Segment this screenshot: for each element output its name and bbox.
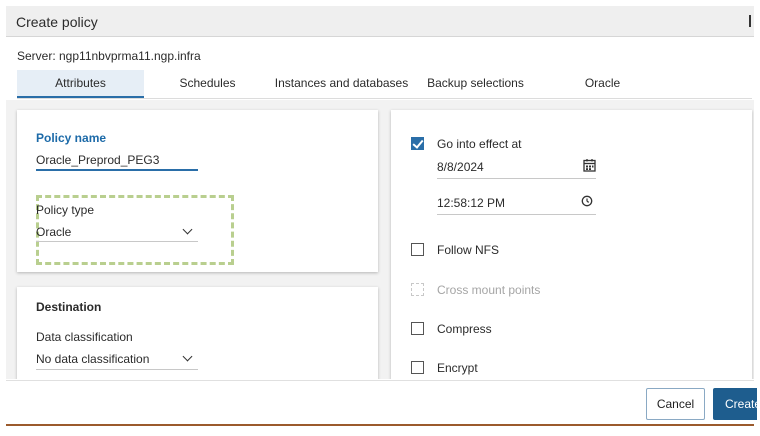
data-classification-select[interactable]: No data classification <box>36 352 149 366</box>
cross-mount-points-checkbox[interactable] <box>411 283 424 296</box>
dialog-content: Policy name Oracle_Preprod_PEG3 Policy t… <box>6 100 754 379</box>
date-input[interactable]: 8/8/2024 <box>437 160 484 174</box>
tab-attributes[interactable]: Attributes <box>17 70 144 98</box>
compress-label: Compress <box>437 322 492 336</box>
dialog-title-bar: Create policy <box>6 6 754 37</box>
policy-type-underline <box>36 241 198 242</box>
data-classification-underline <box>36 369 198 370</box>
dialog-footer: Cancel Create <box>6 380 757 427</box>
destination-heading: Destination <box>36 300 102 314</box>
policy-name-underline <box>36 169 198 171</box>
footer-bottom-border <box>6 424 754 426</box>
compress-checkbox[interactable] <box>411 322 424 335</box>
server-label: Server: ngp11nbvprma11.ngp.infra <box>17 49 201 63</box>
attributes-card: Policy name Oracle_Preprod_PEG3 Policy t… <box>17 110 378 272</box>
dialog-title: Create policy <box>16 14 98 30</box>
time-input[interactable]: 12:58:12 PM <box>437 196 505 210</box>
destination-card: Destination Data classification No data … <box>17 287 378 379</box>
go-into-effect-checkbox[interactable] <box>411 137 424 150</box>
clock-icon[interactable] <box>581 195 593 207</box>
tab-backup-selections[interactable]: Backup selections <box>412 70 539 97</box>
policy-name-input[interactable]: Oracle_Preprod_PEG3 <box>36 153 159 167</box>
cross-mount-points-label: Cross mount points <box>437 283 541 297</box>
tab-instances-and-databases[interactable]: Instances and databases <box>271 70 412 97</box>
policy-name-label: Policy name <box>36 131 107 145</box>
time-underline <box>437 214 596 215</box>
date-underline <box>437 178 596 179</box>
cancel-button[interactable]: Cancel <box>646 388 705 420</box>
encrypt-label: Encrypt <box>437 361 478 375</box>
tab-oracle[interactable]: Oracle <box>539 70 666 97</box>
follow-nfs-label: Follow NFS <box>437 243 500 257</box>
calendar-icon[interactable] <box>583 158 596 172</box>
tab-bar: Attributes Schedules Instances and datab… <box>17 70 752 99</box>
create-button[interactable]: Create <box>713 388 757 420</box>
go-into-effect-label: Go into effect at <box>437 137 522 151</box>
close-icon[interactable] <box>749 15 754 27</box>
follow-nfs-checkbox[interactable] <box>411 243 424 256</box>
policy-type-label: Policy type <box>36 203 95 217</box>
schedule-options-card: Go into effect at 8/8/2024 12:58:12 PM F… <box>391 110 752 379</box>
policy-type-select[interactable]: Oracle <box>36 225 71 239</box>
chevron-down-icon[interactable] <box>182 351 193 362</box>
tab-schedules[interactable]: Schedules <box>144 70 271 97</box>
data-classification-label: Data classification <box>36 330 133 344</box>
encrypt-checkbox[interactable] <box>411 361 424 374</box>
